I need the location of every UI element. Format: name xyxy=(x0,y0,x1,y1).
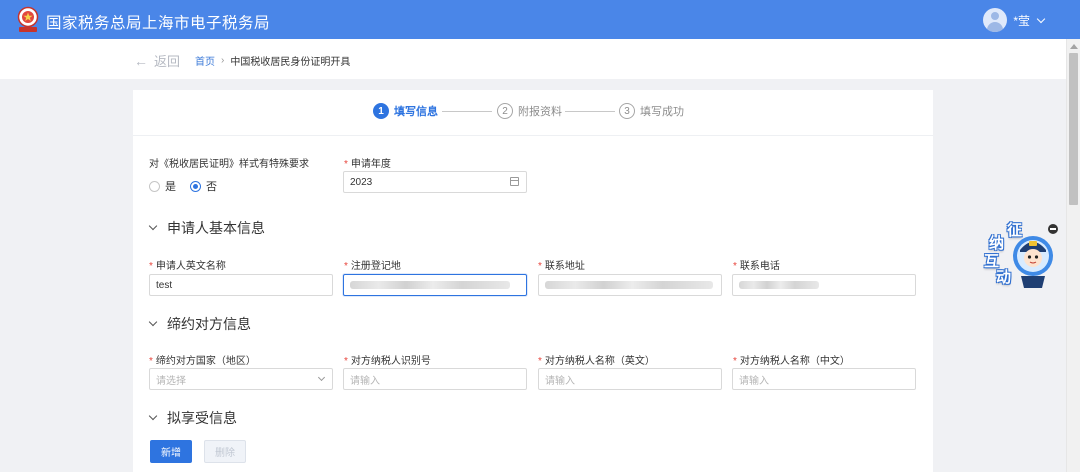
year-value: 2023 xyxy=(350,176,373,188)
required-mark: * xyxy=(538,261,542,272)
country-label-text: 缔约对方国家（地区） xyxy=(155,356,256,367)
required-mark: * xyxy=(344,159,348,170)
name-en-label-text: 对方纳税人名称（英文） xyxy=(544,356,655,367)
english-name-label: * 申请人英文名称 xyxy=(149,257,226,272)
redacted-text xyxy=(739,281,819,289)
english-name-value: test xyxy=(156,279,173,291)
special-req-label: 对《税收居民证明》样式有特殊要求 xyxy=(149,159,309,170)
interaction-widget[interactable]: 征 纳 互 动 xyxy=(980,218,1058,294)
name-cn-label-text: 对方纳税人名称（中文） xyxy=(739,356,850,367)
country-label: * 缔约对方国家（地区） xyxy=(149,352,256,367)
radio-no-label[interactable]: 否 xyxy=(206,178,217,194)
scrollbar-thumb[interactable] xyxy=(1069,53,1078,205)
page-scrollbar[interactable] xyxy=(1066,39,1080,472)
step-number: 1 xyxy=(373,103,389,119)
name-en-input[interactable]: 请输入 xyxy=(538,368,722,390)
name-cn-label: * 对方纳税人名称（中文） xyxy=(733,352,850,367)
step-3: 3 填写成功 xyxy=(619,103,684,119)
section-title[interactable]: 申请人基本信息 xyxy=(167,218,265,238)
year-date-picker[interactable]: 2023 xyxy=(343,171,527,193)
phone-label: * 联系电话 xyxy=(733,257,780,272)
required-mark: * xyxy=(733,261,737,272)
delete-button[interactable]: 删除 xyxy=(204,440,246,463)
counterparty-section-header[interactable]: 缔约对方信息 xyxy=(148,314,251,334)
back-button[interactable]: ← 返回 xyxy=(134,51,180,70)
breadcrumb: 首页 › 中国税收居民身份证明开具 xyxy=(195,53,350,68)
add-button[interactable]: 新增 xyxy=(150,440,192,463)
chevron-down-icon[interactable] xyxy=(148,411,158,421)
name-cn-input[interactable]: 请输入 xyxy=(732,368,916,390)
required-mark: * xyxy=(149,261,153,272)
chevron-down-icon[interactable] xyxy=(1036,14,1046,23)
user-menu[interactable]: *莹 xyxy=(983,8,1046,32)
top-header: 国家税务总局上海市电子税务局 *莹 xyxy=(0,0,1080,39)
back-arrow-icon[interactable]: ← xyxy=(134,53,148,69)
widget-char[interactable]: 动 xyxy=(996,266,1011,287)
back-label[interactable]: 返回 xyxy=(154,51,180,70)
country-select[interactable]: 请选择 xyxy=(149,368,333,390)
redacted-text xyxy=(545,281,713,289)
required-mark: * xyxy=(538,356,542,367)
taxid-placeholder: 请输入 xyxy=(350,375,380,387)
app-title: 国家税务总局上海市电子税务局 xyxy=(46,15,271,32)
reg-place-label-text: 注册登记地 xyxy=(350,261,401,272)
close-icon[interactable] xyxy=(1048,224,1058,234)
step-indicator: 1 填写信息 2 附报资料 3 填写成功 xyxy=(133,90,933,136)
applicant-section-header[interactable]: 申请人基本信息 xyxy=(148,218,265,238)
calendar-icon[interactable] xyxy=(510,177,519,186)
name-cn-placeholder: 请输入 xyxy=(739,375,769,387)
step-label: 填写信息 xyxy=(394,106,438,118)
step-connector xyxy=(442,111,492,112)
required-mark: * xyxy=(733,356,737,367)
breadcrumb-bar: ← 返回 首页 › 中国税收居民身份证明开具 xyxy=(0,39,1066,79)
step-number: 2 xyxy=(497,103,513,119)
phone-label-text: 联系电话 xyxy=(739,261,780,272)
taxid-label-text: 对方纳税人识别号 xyxy=(350,356,431,367)
breadcrumb-home-link[interactable]: 首页 xyxy=(195,53,215,68)
required-mark: * xyxy=(149,356,153,367)
avatar[interactable] xyxy=(983,8,1008,32)
tax-emblem-icon xyxy=(17,6,39,32)
step-label: 附报资料 xyxy=(518,106,562,118)
special-req-radio-group: 是 否 xyxy=(149,178,231,194)
step-1: 1 填写信息 xyxy=(373,103,438,119)
form-card: 1 填写信息 2 附报资料 3 填写成功 对《税收居民证明》样式有特殊要求 是 … xyxy=(133,90,933,472)
year-label-text: 申请年度 xyxy=(350,159,391,170)
taxid-input[interactable]: 请输入 xyxy=(343,368,527,390)
country-placeholder: 请选择 xyxy=(156,375,186,387)
benefit-section-header[interactable]: 拟享受信息 xyxy=(148,408,237,428)
address-input[interactable] xyxy=(538,274,722,296)
chevron-down-icon[interactable] xyxy=(148,221,158,231)
required-mark: * xyxy=(344,356,348,367)
radio-yes[interactable] xyxy=(149,180,160,192)
required-mark: * xyxy=(344,261,348,272)
address-label: * 联系地址 xyxy=(538,257,585,272)
section-title[interactable]: 缔约对方信息 xyxy=(167,314,251,334)
address-label-text: 联系地址 xyxy=(544,261,585,272)
reg-place-input[interactable] xyxy=(343,274,527,296)
reg-place-label: * 注册登记地 xyxy=(344,257,401,272)
taxid-label: * 对方纳税人识别号 xyxy=(344,352,431,367)
step-number: 3 xyxy=(619,103,635,119)
breadcrumb-current: 中国税收居民身份证明开具 xyxy=(230,57,351,68)
phone-input[interactable] xyxy=(732,274,916,296)
english-name-label-text: 申请人英文名称 xyxy=(155,261,226,272)
chevron-down-icon[interactable] xyxy=(317,373,326,382)
redacted-text xyxy=(350,281,510,289)
radio-yes-label[interactable]: 是 xyxy=(165,178,176,194)
chevron-down-icon[interactable] xyxy=(148,317,158,327)
year-label: * 申请年度 xyxy=(344,155,391,170)
step-connector xyxy=(565,111,615,112)
widget-char[interactable]: 征 xyxy=(1007,219,1022,240)
breadcrumb-separator: › xyxy=(221,55,225,66)
step-label: 填写成功 xyxy=(640,106,684,118)
name-en-placeholder: 请输入 xyxy=(545,375,575,387)
section-title[interactable]: 拟享受信息 xyxy=(167,408,237,428)
name-en-label: * 对方纳税人名称（英文） xyxy=(538,352,655,367)
user-name[interactable]: *莹 xyxy=(1013,12,1030,29)
step-2: 2 附报资料 xyxy=(497,103,562,119)
scroll-up-arrow-icon[interactable] xyxy=(1070,44,1078,49)
radio-no[interactable] xyxy=(190,180,201,192)
english-name-input[interactable]: test xyxy=(149,274,333,296)
